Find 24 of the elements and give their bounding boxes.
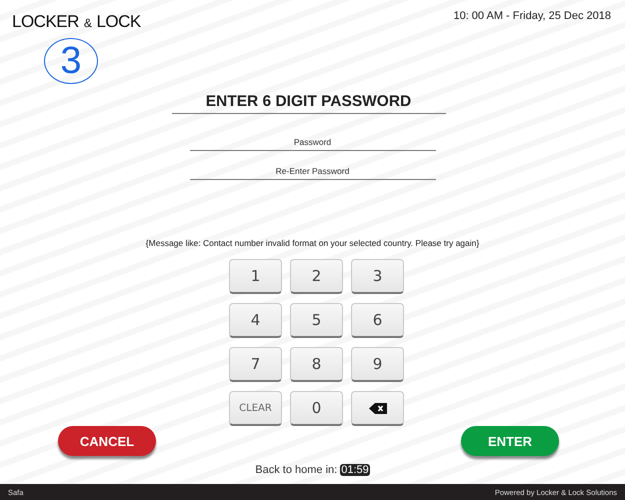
page-title: ENTER 6 DIGIT PASSWORD [172, 84, 446, 114]
cancel-button[interactable]: CANCEL [58, 426, 156, 456]
brand-logo: LOCKER & LOCK [12, 12, 141, 32]
countdown-label: Back to home in: [255, 464, 338, 476]
digit-key[interactable]: 4 [229, 303, 282, 338]
password-field[interactable]: Password [190, 134, 436, 151]
digit-key[interactable]: 2 [290, 259, 343, 294]
digit-key[interactable]: 8 [290, 347, 343, 382]
message-text: {Message like: Contact number invalid format on your selected country. Please try again} [144, 238, 480, 248]
clear-key[interactable]: CLEAR [229, 391, 282, 426]
digit-key[interactable]: 1 [229, 259, 282, 294]
backspace-icon [368, 402, 386, 414]
countdown-timer: 01:59 [340, 464, 370, 476]
enter-button[interactable]: ENTER [461, 426, 559, 456]
digit-key[interactable]: 7 [229, 347, 282, 382]
backspace-key[interactable] [351, 391, 404, 426]
digit-key[interactable]: 9 [351, 347, 404, 382]
date-time: 10: 00 AM - Friday, 25 Dec 2018 [453, 10, 611, 24]
digit-key[interactable]: 0 [290, 391, 343, 426]
digit-key[interactable]: 3 [351, 259, 404, 294]
digit-key[interactable]: 5 [290, 303, 343, 338]
step-number: 3 [44, 38, 98, 84]
password-field[interactable]: Re-Enter Password [190, 163, 436, 180]
digit-key[interactable]: 6 [351, 303, 404, 338]
